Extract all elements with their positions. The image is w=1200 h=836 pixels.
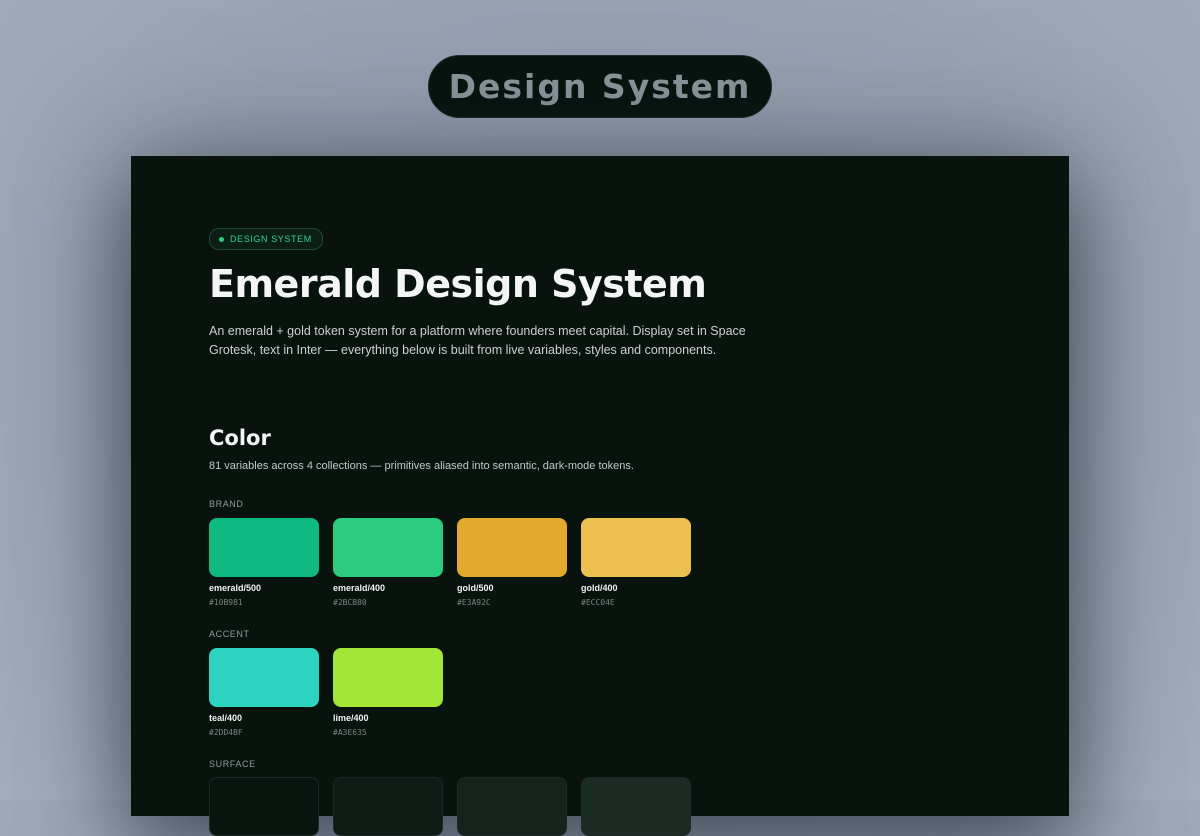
- status-dot-icon: [219, 236, 224, 242]
- color-chip: [581, 777, 691, 836]
- swatch-name: emerald/400: [333, 583, 386, 593]
- surface-swatch-row: [209, 777, 691, 836]
- badge-label: DESIGN SYSTEM: [230, 234, 312, 244]
- swatch-lime-400[interactable]: lime/400 #A3E635: [333, 648, 443, 737]
- swatch-name: gold/400: [581, 583, 618, 593]
- page-description: An emerald + gold token system for a pla…: [209, 324, 746, 357]
- swatch-name: teal/400: [209, 713, 243, 723]
- color-chip: [333, 518, 443, 577]
- color-chip: [333, 777, 443, 836]
- swatch-name: lime/400: [333, 713, 369, 723]
- color-chip: [209, 777, 319, 836]
- color-chip: [333, 648, 443, 707]
- swatch-surface-4[interactable]: [581, 777, 691, 836]
- color-chip: [209, 648, 319, 707]
- swatch-hex: #ECC04E: [581, 598, 615, 607]
- swatch-emerald-400[interactable]: emerald/400 #2BCB80: [333, 518, 443, 607]
- accent-group-label: ACCENT: [209, 629, 250, 639]
- swatch-hex: #E3A92C: [457, 598, 491, 607]
- surface-group-label: SURFACE: [209, 759, 256, 769]
- brand-group-label: BRAND: [209, 499, 244, 509]
- swatch-teal-400[interactable]: teal/400 #2DD4BF: [209, 648, 319, 737]
- swatch-name: gold/500: [457, 583, 494, 593]
- swatch-hex: #10B981: [209, 598, 243, 607]
- swatch-emerald-500[interactable]: emerald/500 #10B981: [209, 518, 319, 607]
- swatch-hex: #2DD4BF: [209, 728, 243, 737]
- swatch-gold-400[interactable]: gold/400 #ECC04E: [581, 518, 691, 607]
- swatch-surface-1[interactable]: [209, 777, 319, 836]
- swatch-hex: #2BCB80: [333, 598, 367, 607]
- design-system-card: DESIGN SYSTEM Emerald Design System An e…: [131, 156, 1069, 836]
- color-chip: [457, 518, 567, 577]
- section-badge: DESIGN SYSTEM: [209, 228, 323, 250]
- swatch-surface-3[interactable]: [457, 777, 567, 836]
- brand-swatch-row: emerald/500 #10B981 emerald/400 #2BCB80 …: [209, 518, 691, 607]
- color-chip: [457, 777, 567, 836]
- swatch-surface-2[interactable]: [333, 777, 443, 836]
- swatch-name: emerald/500: [209, 583, 262, 593]
- color-section-subtitle: 81 variables across 4 collections — prim…: [209, 460, 634, 472]
- color-chip: [581, 518, 691, 577]
- color-section-heading: Color: [209, 426, 271, 450]
- design-system-pill: Design System: [428, 55, 772, 118]
- page-title: Emerald Design System: [209, 262, 707, 306]
- accent-swatch-row: teal/400 #2DD4BF lime/400 #A3E635: [209, 648, 443, 737]
- swatch-gold-500[interactable]: gold/500 #E3A92C: [457, 518, 567, 607]
- color-chip: [209, 518, 319, 577]
- swatch-hex: #A3E635: [333, 728, 367, 737]
